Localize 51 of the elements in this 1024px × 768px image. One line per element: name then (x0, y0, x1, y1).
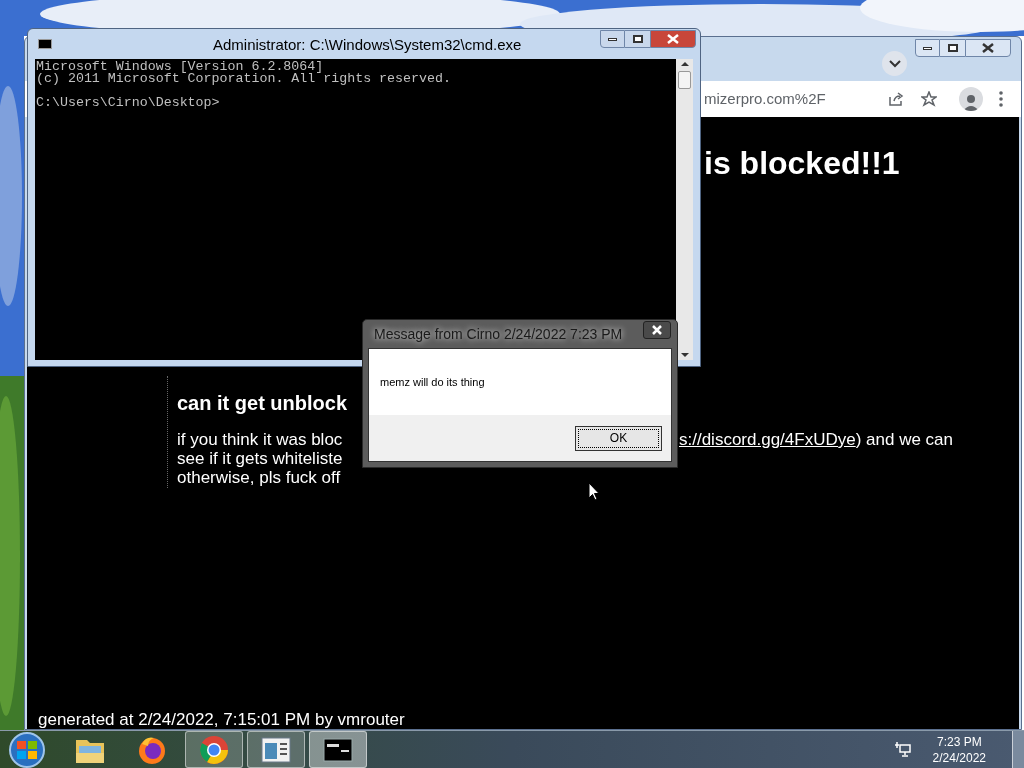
paragraph-text: see if it gets whiteliste (177, 449, 343, 468)
share-icon[interactable] (888, 91, 904, 107)
discord-link[interactable]: s://discord.gg/4FxUDye (679, 430, 856, 449)
paragraph-text: otherwise, pls fuck off (177, 468, 341, 487)
mouse-cursor-icon (588, 482, 600, 501)
scroll-up-icon[interactable] (680, 61, 689, 67)
close-icon (982, 43, 994, 53)
profile-avatar[interactable] (959, 87, 983, 111)
windows-logo-icon (17, 740, 37, 759)
ok-button[interactable]: OK (575, 425, 662, 451)
clock-time: 7:23 PM (936, 733, 982, 750)
scroll-down-icon[interactable] (680, 352, 689, 358)
dialog-message: memz will do its thing (380, 374, 485, 390)
window-title: Administrator: C:\Windows\System32\cmd.exe (213, 35, 522, 55)
clock-date: 2/24/2022 (932, 749, 986, 766)
close-button[interactable] (965, 39, 1011, 57)
section-heading: can it get unblock (177, 391, 348, 416)
start-button[interactable] (9, 731, 45, 768)
scrollbar[interactable] (676, 59, 693, 360)
taskbar-button[interactable] (247, 731, 305, 768)
paragraph-text: if you think it was bloc (177, 430, 343, 449)
console-prompt: C:\Users\Cirno\Desktop> (36, 97, 221, 109)
console-line: (c) 2011 Microsoft Corporation. All rights reserved. (36, 73, 452, 85)
page-heading: is blocked!!1 (704, 144, 900, 183)
person-icon (963, 93, 979, 111)
window-icon (261, 736, 291, 763)
footer-text: generated at 2/24/2022, 7:15:01 PM by vmrouter (38, 709, 405, 731)
star-icon[interactable] (921, 91, 937, 107)
taskbar-button[interactable] (309, 731, 367, 768)
address-text[interactable]: mizerpro.com%2F (704, 87, 826, 111)
menu-icon[interactable] (999, 91, 1003, 107)
maximize-icon (632, 35, 643, 43)
console-line: Microsoft Windows [Version 6.2.8064] (36, 61, 325, 73)
close-icon (652, 325, 662, 335)
scroll-thumb[interactable] (678, 71, 691, 89)
clock[interactable]: 7:23 PM 2/24/2022 (932, 733, 986, 766)
maximize-button[interactable] (940, 39, 965, 57)
tab-search-button[interactable] (882, 51, 907, 76)
close-icon (667, 34, 679, 44)
close-button[interactable] (643, 321, 671, 339)
console-icon (38, 39, 52, 49)
maximize-icon (947, 44, 958, 52)
minimize-button[interactable] (915, 39, 940, 57)
minimize-icon (923, 46, 932, 50)
dialog-title: Message from Cirno 2/24/2022 7:23 PM (374, 324, 623, 344)
chevron-down-icon (888, 59, 901, 68)
console-icon (323, 737, 353, 762)
browser-logo-icon (198, 733, 230, 766)
minimize-icon (608, 37, 617, 41)
paragraph-text: ) and we can (855, 430, 954, 449)
network-icon[interactable] (894, 742, 911, 757)
